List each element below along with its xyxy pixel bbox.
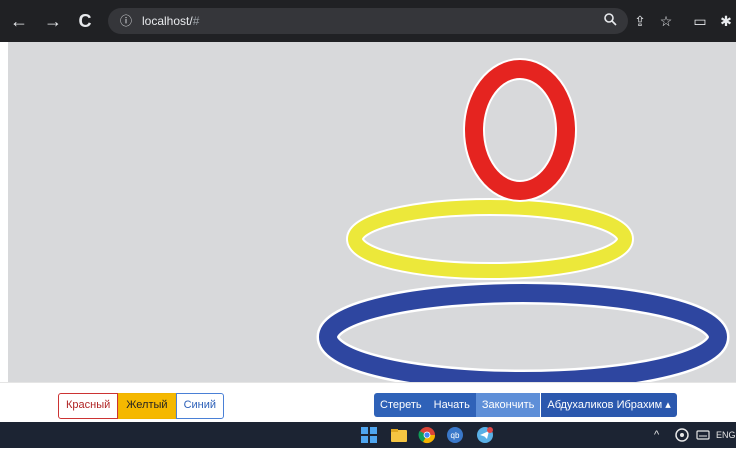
network-icon[interactable] xyxy=(674,427,690,443)
keyboard-icon[interactable] xyxy=(696,428,710,442)
browser-toolbar: ← → C ⓘ localhost/# ⇪ ☆ ▭ ✱ xyxy=(0,0,736,42)
url-host: localhost/ xyxy=(142,14,193,28)
share-icon[interactable]: ⇪ xyxy=(630,11,650,31)
color-yellow-button[interactable]: Желтый xyxy=(118,393,176,419)
drawing-canvas[interactable] xyxy=(8,42,736,382)
start-button[interactable]: Начать xyxy=(427,393,476,417)
extensions-icon[interactable]: ✱ xyxy=(716,11,736,31)
color-selector: Красный Желтый Синий xyxy=(58,393,225,419)
site-info-icon[interactable]: ⓘ xyxy=(118,13,134,29)
windows-taskbar: qb ^ ENG xyxy=(0,422,736,448)
color-red-button[interactable]: Красный xyxy=(58,393,119,419)
user-name: Абдуxаликов Ибрахим xyxy=(547,399,663,411)
language-indicator[interactable]: ENG xyxy=(716,429,736,441)
action-buttons: Стереть Начать Закончить Абдуxаликов Ибр… xyxy=(374,393,677,417)
address-bar[interactable]: ⓘ localhost/# xyxy=(108,8,628,34)
chrome-icon[interactable] xyxy=(418,426,436,444)
bookmark-star-icon[interactable]: ☆ xyxy=(656,11,676,31)
blue-ring-stroke xyxy=(319,284,727,382)
file-explorer-icon[interactable] xyxy=(390,426,408,444)
telegram-icon[interactable] xyxy=(476,426,494,444)
red-ring-stroke xyxy=(465,60,575,200)
search-icon[interactable] xyxy=(600,11,620,31)
qbittorrent-icon[interactable]: qb xyxy=(446,426,464,444)
svg-text:qb: qb xyxy=(451,431,460,440)
tray-overflow-icon[interactable]: ^ xyxy=(654,429,659,441)
yellow-ring-stroke xyxy=(348,200,632,278)
caret-up-icon: ▴ xyxy=(665,399,671,411)
cast-icon[interactable]: ▭ xyxy=(690,11,710,31)
address-url: localhost/# xyxy=(142,13,199,29)
reload-icon[interactable]: C xyxy=(74,10,96,32)
canvas-drawing xyxy=(316,58,730,382)
back-icon[interactable]: ← xyxy=(8,10,30,32)
url-hash: # xyxy=(192,14,200,28)
color-blue-button[interactable]: Синий xyxy=(175,393,225,419)
forward-icon[interactable]: → xyxy=(42,10,64,32)
user-menu-button[interactable]: Абдуxаликов Ибрахим ▴ xyxy=(541,393,677,417)
control-bar: Красный Желтый Синий Стереть Начать Зако… xyxy=(0,382,736,423)
clear-button[interactable]: Стереть xyxy=(374,393,428,417)
windows-start-icon[interactable] xyxy=(360,426,378,444)
finish-button[interactable]: Закончить xyxy=(475,393,541,417)
